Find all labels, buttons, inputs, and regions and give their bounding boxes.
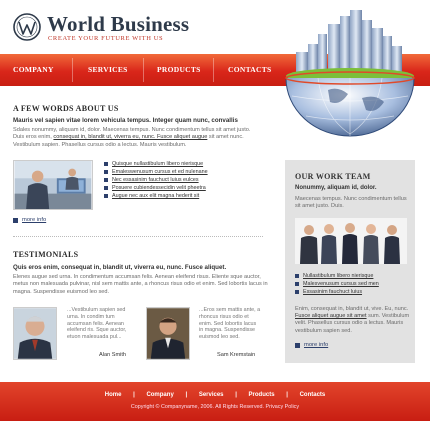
testimonial-photo-alan xyxy=(13,307,57,360)
about-link[interactable]: Quisque nullastibulum libero nierisque xyxy=(104,160,208,168)
nav-contacts[interactable]: CONTACTS xyxy=(228,65,272,74)
site-footer: Home | Company | Services | Products | C… xyxy=(0,382,430,421)
team-more-info-link[interactable]: more info xyxy=(295,342,328,348)
about-link-label[interactable]: Quisque nullastibulum libero nierisque xyxy=(112,161,203,167)
team-sidebar: OUR WORK TEAM Nonummy, aliquam id, dolor… xyxy=(285,160,415,363)
team-para-2-text: Enim, consequat in, blandit ut, vive. Eu… xyxy=(295,306,409,312)
team-more-info-label[interactable]: more info xyxy=(304,342,328,348)
footer-separator: | xyxy=(235,392,237,398)
testimonial-author: Sam Kremstain xyxy=(217,352,256,358)
footer-link-services[interactable]: Services xyxy=(199,392,224,398)
footer-link-company[interactable]: Company xyxy=(146,392,173,398)
bullet-icon xyxy=(104,194,108,198)
about-link-label[interactable]: Posuere cubiendessecidin velit pheetra xyxy=(112,185,206,191)
about-paragraph: Sdales nonummy, aliquam id, dolor. Maece… xyxy=(13,127,273,149)
bullet-icon xyxy=(295,282,299,286)
footer-link-contacts[interactable]: Contacts xyxy=(300,392,326,398)
about-link[interactable]: Emaleswenusum cursus et ed nulenane xyxy=(104,168,208,176)
testimonial-quote: ...Eros sem mattis ante, a rhoncus risus… xyxy=(199,307,261,341)
team-link[interactable]: Essasinim fauchuct luius xyxy=(295,288,379,296)
team-lead: Nonummy, aliquam id, dolor. xyxy=(295,185,377,191)
team-link-list: Nullastibulum libero nierisque Malesvenu… xyxy=(295,272,379,296)
bullet-icon xyxy=(104,162,108,166)
nav-company[interactable]: COMPANY xyxy=(13,65,54,74)
team-inline-link[interactable]: Fusce aliquet augue sit amet xyxy=(295,313,367,319)
team-link-label[interactable]: Malesvenusum cursus sed men xyxy=(303,281,379,287)
about-more-info-label[interactable]: more info xyxy=(22,217,46,223)
about-more-info-link[interactable]: more info xyxy=(13,217,46,223)
copyright-text: Copyright © Companyname, 2006. All Right… xyxy=(130,404,300,410)
team-paragraph-2: Enim, consequat in, blandit ut, vive. Eu… xyxy=(295,306,413,335)
team-photo xyxy=(295,218,407,264)
bullet-icon xyxy=(295,290,299,294)
team-paragraph: Maecenas tempus. Nunc condimentum tellus… xyxy=(295,196,407,210)
nav-separator xyxy=(143,58,144,82)
globe-city-illustration xyxy=(285,10,415,137)
nav-separator xyxy=(213,58,214,82)
footer-separator: | xyxy=(185,392,188,398)
section-divider xyxy=(13,236,263,237)
about-lead: Mauris vel sapien vitae lorem vehicula t… xyxy=(13,117,238,124)
bullet-icon xyxy=(295,274,299,278)
bullet-icon xyxy=(104,170,108,174)
footer-nav: Home | Company | Services | Products | C… xyxy=(0,392,430,398)
arrow-bullet-icon xyxy=(13,218,18,223)
footer-link-home[interactable]: Home xyxy=(105,392,122,398)
globe-logo-icon xyxy=(13,13,41,41)
nav-separator xyxy=(72,58,73,82)
team-link-label[interactable]: Nullastibulum libero nierisque xyxy=(303,273,373,279)
testimonial-author: Alan Smith xyxy=(99,352,127,358)
about-para-2: Duis eros enim, consequat in, blandit ut… xyxy=(13,134,273,141)
about-title: A FEW WORDS ABOUT US xyxy=(13,104,119,113)
about-inline-link[interactable]: consequat in, blandit ut, viverra eu, nu… xyxy=(53,134,207,140)
testimonial-quote: ...Vestibulum sapien sed urna. In condim… xyxy=(67,307,127,341)
about-link-label[interactable]: Nec essasinim fauchuct luius eulces xyxy=(112,177,199,183)
testimonial-photo-sam xyxy=(146,307,190,360)
about-link[interactable]: Nec essasinim fauchuct luius eulces xyxy=(104,176,208,184)
bullet-icon xyxy=(104,186,108,190)
team-link-label[interactable]: Essasinim fauchuct luius xyxy=(303,289,362,295)
about-link[interactable]: Posuere cubiendessecidin velit pheetra xyxy=(104,184,208,192)
site-title[interactable]: World Business xyxy=(47,12,189,37)
about-para-2-end: sit amet nunc. xyxy=(207,134,244,141)
bullet-icon xyxy=(104,178,108,182)
footer-separator: | xyxy=(133,392,135,398)
nav-services[interactable]: SERVICES xyxy=(88,65,128,74)
footer-separator: | xyxy=(286,392,288,398)
about-link-label[interactable]: Augue nec aux elit magna hederit sit xyxy=(112,193,199,199)
about-link[interactable]: Augue nec aux elit magna hederit sit xyxy=(104,192,208,200)
about-link-list: Quisque nullastibulum libero nierisque E… xyxy=(104,160,208,200)
arrow-bullet-icon xyxy=(295,343,300,348)
about-link-label[interactable]: Emaleswenusum cursus et ed nulenane xyxy=(112,169,208,175)
testimonials-title: TESTIMONIALS xyxy=(13,250,79,259)
about-para-3: Vestibulum sapien. Phasellus cursus odio… xyxy=(13,141,187,148)
site-tagline: CREATE YOUR FUTURE WITH US xyxy=(48,35,164,42)
about-para-2-text: Duis eros enim, xyxy=(13,134,54,141)
about-para-1: Sdales nonummy, aliquam id, dolor. Maece… xyxy=(13,127,251,133)
testimonials-paragraph: Elenes augue sed urna. In condimentum ac… xyxy=(13,274,268,295)
team-link[interactable]: Nullastibulum libero nierisque xyxy=(295,272,379,280)
footer-link-products[interactable]: Products xyxy=(249,392,275,398)
testimonials-lead: Quis eros enim, consequat in, blandit ut… xyxy=(13,264,227,271)
team-link[interactable]: Malesvenusum cursus sed men xyxy=(295,280,379,288)
team-title: OUR WORK TEAM xyxy=(295,172,371,181)
nav-products[interactable]: PRODUCTS xyxy=(157,65,201,74)
office-meeting-photo xyxy=(13,160,93,210)
